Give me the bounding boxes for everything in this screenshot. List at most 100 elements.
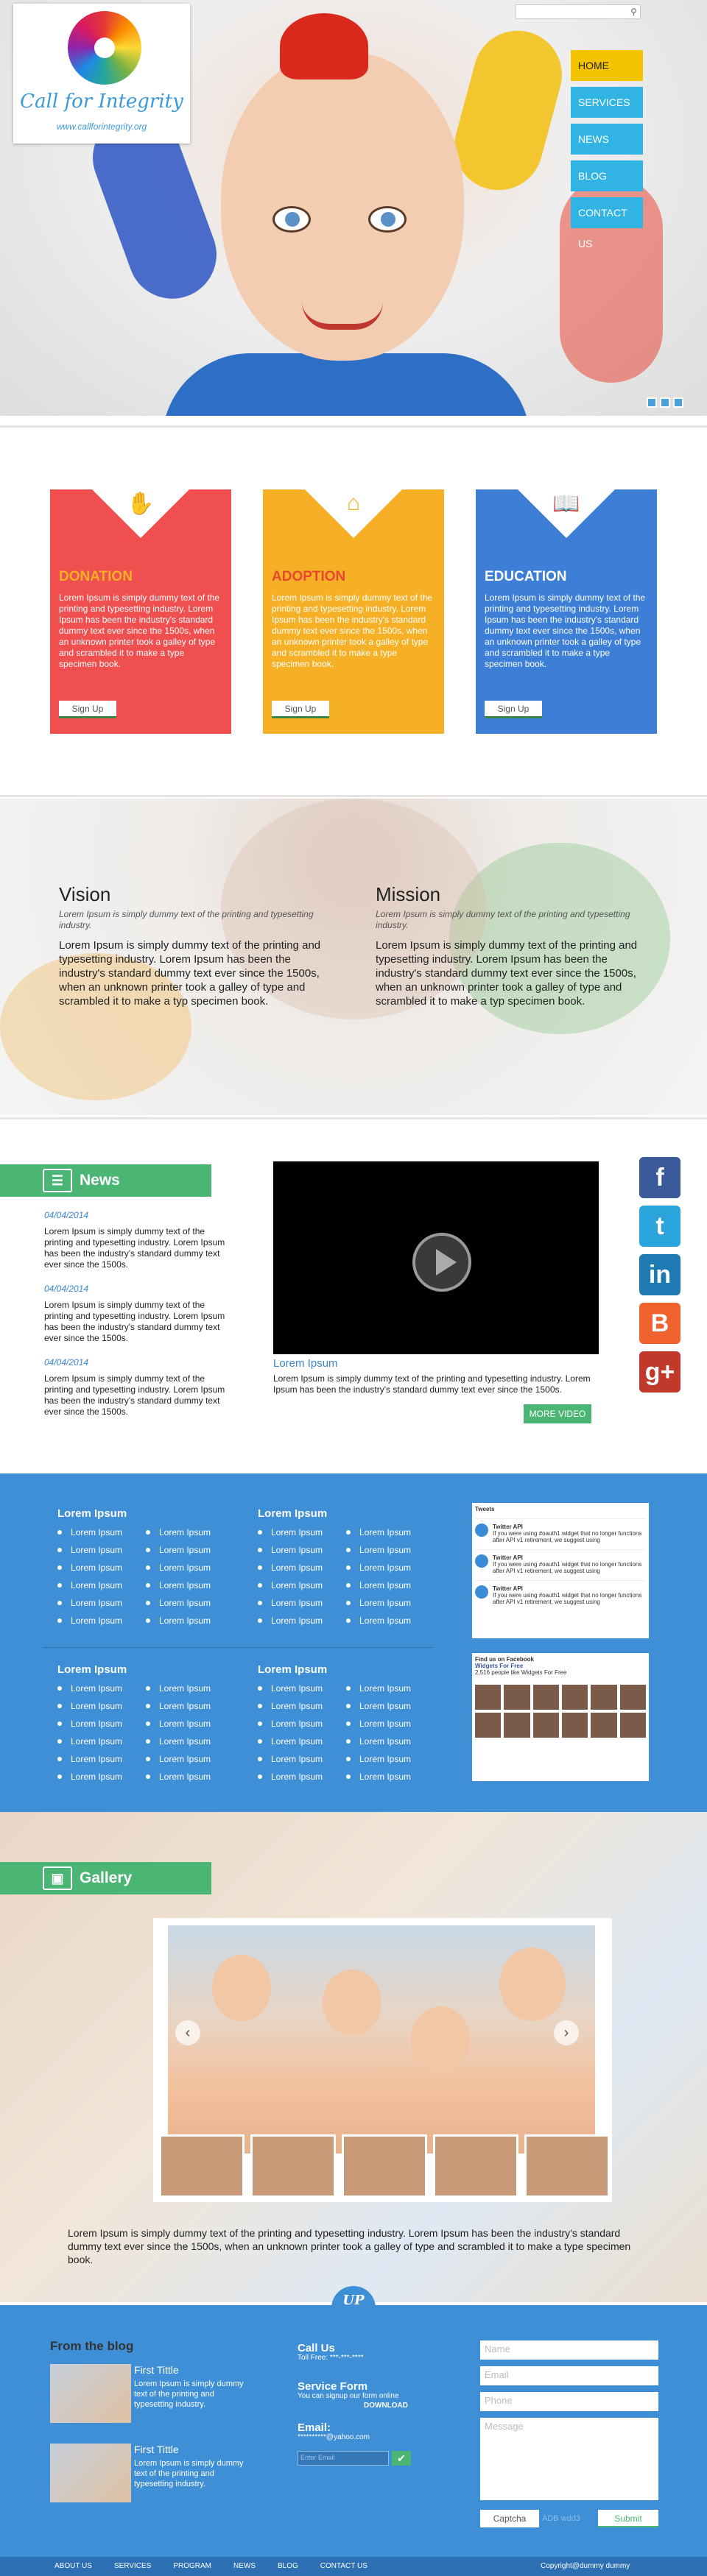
footer-link[interactable]: Lorem Ipsum	[146, 1580, 234, 1598]
twitter-widget[interactable]: Tweets Twitter API If you were using #oau…	[472, 1503, 649, 1638]
sign-up-button[interactable]: Sign Up	[272, 701, 329, 718]
main-nav: HOME SERVICES NEWS BLOG CONTACT US	[571, 50, 643, 250]
gallery-thumbnail[interactable]	[433, 2134, 518, 2198]
footer-link[interactable]: Lorem Ipsum	[57, 1701, 146, 1719]
download-link[interactable]: DOWNLOAD	[298, 2401, 430, 2410]
footer-link[interactable]: Lorem Ipsum	[146, 1616, 234, 1633]
footer-link[interactable]: Lorem Ipsum	[146, 1527, 234, 1545]
footer-link[interactable]: Lorem Ipsum	[346, 1772, 435, 1789]
subscribe-input[interactable]: Enter Email	[298, 2451, 389, 2466]
sign-up-button[interactable]: Sign Up	[485, 701, 542, 718]
footer-link[interactable]: Lorem Ipsum	[346, 1545, 435, 1563]
footer-link[interactable]: Lorem Ipsum	[146, 1772, 234, 1789]
nav-home[interactable]: HOME	[571, 50, 643, 81]
footer-link[interactable]: Lorem Ipsum	[57, 1527, 146, 1545]
nav-services[interactable]: SERVICES	[571, 87, 643, 118]
footer-link[interactable]: Lorem Ipsum	[146, 1545, 234, 1563]
footer-link[interactable]: Lorem Ipsum	[258, 1736, 346, 1754]
footer-link[interactable]: Lorem Ipsum	[57, 1580, 146, 1598]
footer-link-program[interactable]: PROGRAM	[173, 2557, 211, 2576]
search-input[interactable]: ⚲	[516, 4, 641, 19]
footer-link[interactable]: Lorem Ipsum	[146, 1598, 234, 1616]
submit-button[interactable]: Submit	[598, 2510, 658, 2527]
footer-link[interactable]: Lorem Ipsum	[346, 1598, 435, 1616]
more-video-button[interactable]: MORE VIDEO	[524, 1404, 591, 1423]
site-logo[interactable]: Call for Integrity www.callforintegrity.…	[13, 4, 190, 144]
gallery-thumbnail[interactable]	[524, 2134, 610, 2198]
footer-link[interactable]: Lorem Ipsum	[258, 1563, 346, 1580]
search-icon[interactable]: ⚲	[630, 7, 637, 17]
footer-link[interactable]: Lorem Ipsum	[146, 1701, 234, 1719]
footer-link-blog[interactable]: BLOG	[278, 2557, 298, 2576]
gallery-thumbnail[interactable]	[159, 2134, 245, 2198]
footer-link-news[interactable]: NEWS	[233, 2557, 256, 2576]
footer-link[interactable]: Lorem Ipsum	[57, 1736, 146, 1754]
gallery-next-icon[interactable]: ›	[554, 2020, 579, 2045]
footer-link[interactable]: Lorem Ipsum	[57, 1545, 146, 1563]
nav-blog[interactable]: BLOG	[571, 160, 643, 191]
footer-link[interactable]: Lorem Ipsum	[258, 1754, 346, 1772]
footer-link[interactable]: Lorem Ipsum	[258, 1616, 346, 1633]
footer-link[interactable]: Lorem Ipsum	[57, 1598, 146, 1616]
footer-link[interactable]: Lorem Ipsum	[258, 1683, 346, 1701]
googleplus-icon[interactable]: g+	[639, 1351, 680, 1393]
footer-link[interactable]: Lorem Ipsum	[57, 1719, 146, 1736]
footer-link-contact[interactable]: CONTACT US	[320, 2557, 367, 2576]
footer-link[interactable]: Lorem Ipsum	[346, 1683, 435, 1701]
facebook-icon[interactable]: f	[639, 1157, 680, 1198]
video-player[interactable]	[273, 1161, 599, 1354]
blogger-icon[interactable]: B	[639, 1303, 680, 1344]
play-icon[interactable]	[412, 1233, 471, 1292]
subscribe-check-icon[interactable]: ✔	[392, 2451, 411, 2466]
footer-link[interactable]: Lorem Ipsum	[258, 1719, 346, 1736]
footer-link-services[interactable]: SERVICES	[114, 2557, 151, 2576]
message-field[interactable]: Message	[480, 2418, 658, 2500]
footer-link[interactable]: Lorem Ipsum	[346, 1754, 435, 1772]
twitter-icon[interactable]: t	[639, 1206, 680, 1247]
slider-dot[interactable]	[647, 397, 657, 408]
phone-field[interactable]: Phone	[480, 2392, 658, 2411]
footer-link[interactable]: Lorem Ipsum	[346, 1719, 435, 1736]
footer-link[interactable]: Lorem Ipsum	[146, 1719, 234, 1736]
captcha-input[interactable]: ADB wdd3	[542, 2510, 595, 2527]
footer-link[interactable]: Lorem Ipsum	[57, 1616, 146, 1633]
footer-link[interactable]: Lorem Ipsum	[258, 1598, 346, 1616]
footer-link[interactable]: Lorem Ipsum	[346, 1527, 435, 1545]
gallery-prev-icon[interactable]: ‹	[175, 2020, 200, 2045]
footer-link[interactable]: Lorem Ipsum	[346, 1580, 435, 1598]
nav-contact-us[interactable]: CONTACT US	[571, 197, 643, 250]
gallery-thumbnail[interactable]	[250, 2134, 336, 2198]
footer-link[interactable]: Lorem Ipsum	[258, 1701, 346, 1719]
sign-up-button[interactable]: Sign Up	[59, 701, 116, 718]
footer-link[interactable]: Lorem Ipsum	[146, 1736, 234, 1754]
footer-link[interactable]: Lorem Ipsum	[346, 1736, 435, 1754]
name-field[interactable]: Name	[480, 2340, 658, 2360]
footer-link[interactable]: Lorem Ipsum	[258, 1545, 346, 1563]
link-column-heading: Lorem Ipsum	[57, 1663, 127, 1676]
footer-link[interactable]: Lorem Ipsum	[57, 1683, 146, 1701]
footer-link-about[interactable]: ABOUT US	[54, 2557, 92, 2576]
linkedin-icon[interactable]: in	[639, 1254, 680, 1295]
email-field[interactable]: Email	[480, 2366, 658, 2385]
news-item[interactable]: 04/04/2014 Lorem Ipsum is simply dummy t…	[44, 1210, 236, 1270]
footer-link[interactable]: Lorem Ipsum	[57, 1754, 146, 1772]
footer-link[interactable]: Lorem Ipsum	[258, 1580, 346, 1598]
footer-link[interactable]: Lorem Ipsum	[146, 1563, 234, 1580]
gallery-main-image[interactable]	[168, 1925, 595, 2154]
footer-link[interactable]: Lorem Ipsum	[57, 1772, 146, 1789]
footer-link[interactable]: Lorem Ipsum	[258, 1527, 346, 1545]
gallery-thumbnail[interactable]	[342, 2134, 427, 2198]
footer-link[interactable]: Lorem Ipsum	[258, 1772, 346, 1789]
footer-link[interactable]: Lorem Ipsum	[346, 1563, 435, 1580]
news-item[interactable]: 04/04/2014 Lorem Ipsum is simply dummy t…	[44, 1357, 236, 1418]
footer-link[interactable]: Lorem Ipsum	[146, 1683, 234, 1701]
slider-dot[interactable]	[660, 397, 670, 408]
nav-news[interactable]: NEWS	[571, 124, 643, 155]
news-item[interactable]: 04/04/2014 Lorem Ipsum is simply dummy t…	[44, 1284, 236, 1344]
facebook-widget[interactable]: Find us on Facebook Widgets For Free 2,5…	[472, 1653, 649, 1781]
footer-link[interactable]: Lorem Ipsum	[146, 1754, 234, 1772]
slider-dot[interactable]	[673, 397, 683, 408]
footer-link[interactable]: Lorem Ipsum	[346, 1616, 435, 1633]
footer-link[interactable]: Lorem Ipsum	[346, 1701, 435, 1719]
footer-link[interactable]: Lorem Ipsum	[57, 1563, 146, 1580]
